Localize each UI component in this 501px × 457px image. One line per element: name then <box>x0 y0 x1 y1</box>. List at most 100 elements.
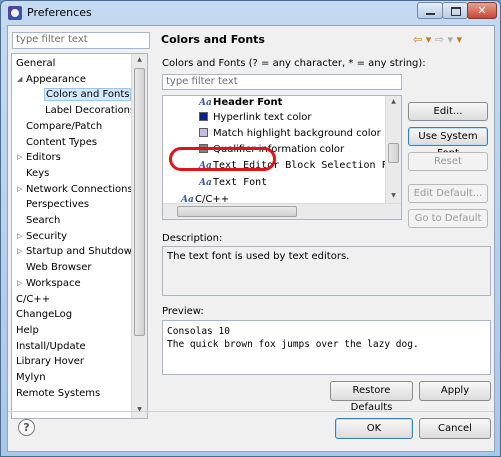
collapsed-arrow-icon[interactable]: ▷ <box>17 150 25 165</box>
apply-button[interactable]: Apply <box>419 381 491 401</box>
color-font-item-label: Header Font <box>213 97 283 108</box>
cancel-button[interactable]: Cancel <box>419 418 491 439</box>
view-menu-icon[interactable]: ▾ <box>457 33 463 46</box>
history-navigation: ⇦ ▾ ⇨ ▾ ▾ <box>413 33 462 46</box>
color-font-item[interactable]: AaHeader Font <box>199 96 283 110</box>
tree-item-label: Colors and Fonts <box>43 88 132 102</box>
tree-item-label: Install/Update <box>16 340 86 352</box>
tree-item[interactable]: Compare/Patch <box>26 119 102 134</box>
collapsed-arrow-icon[interactable]: ▷ <box>17 182 25 197</box>
tree-item-label: Startup and Shutdown <box>26 246 139 258</box>
minimize-button[interactable] <box>417 2 443 19</box>
colors-filter-input[interactable]: type filter text <box>162 74 402 90</box>
back-menu-icon[interactable]: ▾ <box>426 33 432 46</box>
highlight-annotation <box>169 147 276 171</box>
tree-item-label: Web Browser <box>26 262 92 274</box>
tree-item[interactable]: Help <box>16 323 39 338</box>
back-arrow-icon[interactable]: ⇦ <box>413 33 422 46</box>
tree-item[interactable]: Web Browser <box>26 260 92 275</box>
tree-item-label: Keys <box>26 167 50 179</box>
maximize-button[interactable] <box>442 2 468 19</box>
tree-item-label: Network Connections <box>26 183 133 195</box>
tree-item[interactable]: ▷ Security <box>17 229 68 244</box>
list-horizontal-scrollbar[interactable] <box>163 203 401 219</box>
tree-item[interactable]: Perspectives <box>26 197 89 212</box>
scroll-down-arrow-icon[interactable]: ▼ <box>132 404 147 416</box>
tree-item-label: Compare/Patch <box>26 120 103 132</box>
tree-item[interactable]: ▷ Network Connections <box>17 182 133 197</box>
list-scroll-thumb[interactable] <box>388 143 399 163</box>
forward-menu-icon[interactable]: ▾ <box>447 33 453 46</box>
color-font-item[interactable]: Match highlight background color <box>199 126 381 141</box>
footer-separator <box>8 411 494 412</box>
tree-item-label: Mylyn <box>16 372 46 383</box>
close-button[interactable]: ✕ <box>467 2 497 19</box>
edit-default-button[interactable]: Edit Default... <box>408 184 488 203</box>
scroll-up-arrow-icon[interactable]: ▲ <box>132 54 147 66</box>
tree-item[interactable]: Label Decorations <box>45 103 135 118</box>
tree-item[interactable]: ▷ Startup and Shutdown <box>17 244 139 259</box>
list-vertical-scrollbar[interactable]: ▲ ▼ <box>385 96 401 203</box>
color-font-item-label: Hyperlink text color <box>213 112 312 123</box>
tree-item[interactable]: Search <box>26 213 60 228</box>
left-filter-input[interactable]: type filter text <box>12 32 150 49</box>
tree-vertical-scrollbar[interactable]: ▲ ▼ <box>131 54 147 418</box>
preview-box: Consolas 10 The quick brown fox jumps ov… <box>162 320 491 375</box>
filter-hint-label: Colors and Fonts (? = any character, * =… <box>162 58 426 69</box>
collapsed-arrow-icon[interactable]: ▷ <box>17 244 25 259</box>
tree-item-label: Security <box>26 230 68 242</box>
title-bar[interactable]: Preferences ✕ <box>1 1 500 25</box>
description-box: The text font is used by text editors. <box>162 246 491 296</box>
tree-scroll-thumb[interactable] <box>134 68 145 336</box>
tree-item[interactable]: Colors and Fonts <box>43 87 132 102</box>
forward-arrow-icon[interactable]: ⇨ <box>435 33 444 46</box>
expanded-arrow-icon[interactable]: ◢ <box>17 72 25 87</box>
tree-item[interactable]: Content Types <box>26 135 97 150</box>
color-font-item[interactable]: AaText Font <box>199 175 267 190</box>
description-text: The text font is used by text editors. <box>167 251 350 262</box>
tree-item-label: Appearance <box>26 73 87 85</box>
tree-item[interactable]: Library Hover <box>16 354 84 369</box>
color-swatch-icon <box>199 128 208 137</box>
tree-item-label: Content Types <box>26 136 98 148</box>
preference-tree[interactable]: General ◢ Appearance Colors and Fonts Label … <box>11 53 148 419</box>
tree-item[interactable]: Remote Systems <box>16 386 100 401</box>
tree-item[interactable]: Install/Update <box>16 339 86 354</box>
font-icon: Aa <box>199 178 212 188</box>
tree-item-label: Search <box>26 215 61 226</box>
list-scroll-down-icon[interactable]: ▼ <box>386 190 401 202</box>
collapsed-arrow-icon[interactable]: ▷ <box>17 276 25 291</box>
tree-item[interactable]: ChangeLog <box>16 307 72 322</box>
collapsed-arrow-icon[interactable]: ▷ <box>17 229 25 244</box>
description-label: Description: <box>162 233 223 244</box>
list-hscroll-thumb[interactable] <box>177 206 297 217</box>
restore-defaults-button[interactable]: Restore Defaults <box>330 381 413 413</box>
tree-item[interactable]: C/C++ <box>16 292 50 307</box>
tree-item[interactable]: ◢ Appearance <box>17 72 87 87</box>
tree-item[interactable]: ▷ Editors <box>17 150 61 165</box>
preview-label: Preview: <box>162 306 204 317</box>
edit-button[interactable]: Edit... <box>408 102 488 121</box>
tree-item-label: Label Decorations <box>45 105 136 117</box>
tree-item-label: ChangeLog <box>16 309 73 321</box>
list-scroll-up-icon[interactable]: ▲ <box>386 96 401 108</box>
go-to-default-button[interactable]: Go to Default <box>408 209 488 228</box>
tree-item-label: Library Hover <box>16 356 84 368</box>
use-system-font-button[interactable]: Use System Font <box>408 127 488 159</box>
tree-item-label: Remote Systems <box>16 387 101 399</box>
dialog-body: type filter text General ◢ Appearance Color… <box>7 25 495 452</box>
tree-item[interactable]: General <box>16 56 55 71</box>
tree-item-label: C/C++ <box>16 293 51 305</box>
tree-item[interactable]: Keys <box>26 166 49 181</box>
tree-item-label: General <box>16 58 56 69</box>
reset-button[interactable]: Reset <box>408 152 488 171</box>
ok-button[interactable]: OK <box>335 418 413 439</box>
tree-item[interactable]: Mylyn <box>16 370 46 385</box>
preview-line: The quick brown fox jumps over the lazy … <box>167 339 419 350</box>
help-icon[interactable]: ? <box>18 419 35 436</box>
tree-item-label: Perspectives <box>26 199 90 211</box>
color-font-item[interactable]: Hyperlink text color <box>199 110 311 125</box>
page-title: Colors and Fonts <box>161 33 265 46</box>
window-title: Preferences <box>27 6 92 19</box>
tree-item[interactable]: ▷ Workspace <box>17 276 81 291</box>
